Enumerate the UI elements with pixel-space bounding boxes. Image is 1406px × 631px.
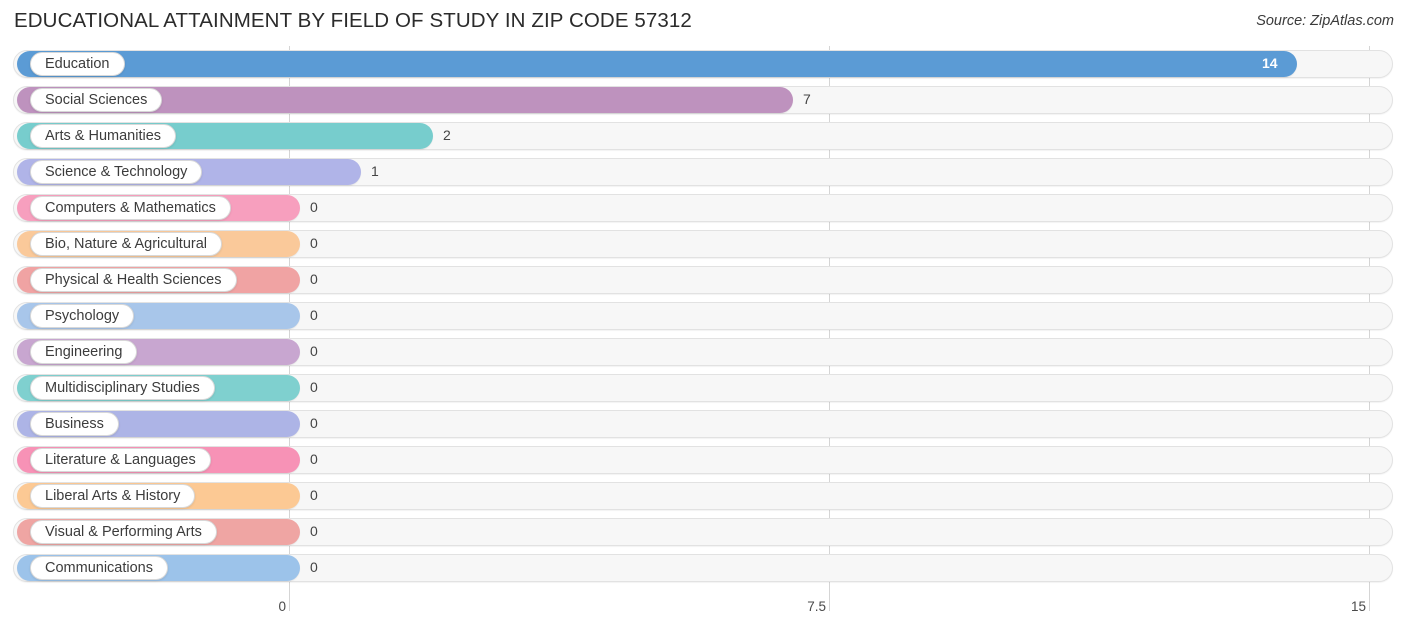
bar-value-label: 7 (803, 91, 811, 107)
axis-tick-label: 7.5 (807, 599, 826, 614)
chart-header: EDUCATIONAL ATTAINMENT BY FIELD OF STUDY… (0, 0, 1406, 44)
bar-row[interactable]: Bio, Nature & Agricultural 0 (0, 226, 1406, 262)
plot-area: Education 14 Social Sciences 7 Arts & Humani… (0, 46, 1406, 595)
category-label-pill: Psychology (30, 304, 135, 328)
category-label-pill: Visual & Performing Arts (30, 520, 217, 544)
category-label: Social Sciences (45, 91, 148, 108)
bar-value-label: 0 (310, 523, 318, 539)
category-label: Visual & Performing Arts (45, 523, 202, 540)
bar-value-label: 1 (371, 163, 379, 179)
x-axis: 0 7.5 15 (0, 595, 1406, 631)
bar-value-label: 14 (1262, 55, 1278, 71)
category-label: Physical & Health Sciences (45, 271, 222, 288)
category-label-pill: Communications (30, 556, 168, 580)
bar-row[interactable]: Education 14 (0, 46, 1406, 82)
bar-row[interactable]: Computers & Mathematics 0 (0, 190, 1406, 226)
axis-tick-label: 15 (1350, 599, 1366, 614)
bar-row[interactable]: Literature & Languages 0 (0, 442, 1406, 478)
category-label: Literature & Languages (45, 451, 196, 468)
page-title: EDUCATIONAL ATTAINMENT BY FIELD OF STUDY… (14, 9, 692, 32)
bar-value-label: 0 (310, 379, 318, 395)
bar-value-label: 0 (310, 559, 318, 575)
bar-value-label: 0 (310, 235, 318, 251)
category-label-pill: Literature & Languages (30, 448, 211, 472)
category-label-pill: Physical & Health Sciences (30, 268, 237, 292)
bar-value-label: 0 (310, 343, 318, 359)
category-label-pill: Engineering (30, 340, 138, 364)
category-label-pill: Education (30, 52, 125, 76)
bar-value-label: 0 (310, 307, 318, 323)
chart-root: EDUCATIONAL ATTAINMENT BY FIELD OF STUDY… (0, 0, 1406, 631)
bar-rows: Education 14 Social Sciences 7 Arts & Humani… (0, 46, 1406, 586)
category-label: Arts & Humanities (45, 127, 162, 144)
bar-row[interactable]: Social Sciences 7 (0, 82, 1406, 118)
bar-value-label: 0 (310, 451, 318, 467)
category-label: Engineering (45, 343, 123, 360)
axis-tick-mark (289, 595, 290, 611)
bar-row[interactable]: Communications 0 (0, 550, 1406, 586)
bar-value-label: 0 (310, 487, 318, 503)
category-label-pill: Computers & Mathematics (30, 196, 231, 220)
bar[interactable] (17, 51, 1297, 77)
category-label: Bio, Nature & Agricultural (45, 235, 207, 252)
bar-row[interactable]: Physical & Health Sciences 0 (0, 262, 1406, 298)
category-label-pill: Bio, Nature & Agricultural (30, 232, 222, 256)
bar-row[interactable]: Business 0 (0, 406, 1406, 442)
bar-row[interactable]: Arts & Humanities 2 (0, 118, 1406, 154)
category-label-pill: Social Sciences (30, 88, 163, 112)
category-label: Education (45, 55, 110, 72)
category-label: Business (45, 415, 104, 432)
bar-row[interactable]: Psychology 0 (0, 298, 1406, 334)
axis-tick-mark (1369, 595, 1370, 611)
source-attribution: Source: ZipAtlas.com (1256, 13, 1394, 29)
category-label-pill: Multidisciplinary Studies (30, 376, 215, 400)
bar-value-label: 0 (310, 199, 318, 215)
bar-row[interactable]: Visual & Performing Arts 0 (0, 514, 1406, 550)
category-label: Multidisciplinary Studies (45, 379, 200, 396)
category-label: Liberal Arts & History (45, 487, 181, 504)
bar-row[interactable]: Engineering 0 (0, 334, 1406, 370)
axis-tick-label: 0 (278, 599, 286, 614)
category-label: Science & Technology (45, 163, 188, 180)
category-label: Computers & Mathematics (45, 199, 216, 216)
bar-value-label: 0 (310, 271, 318, 287)
bar-value-label: 0 (310, 415, 318, 431)
category-label-pill: Science & Technology (30, 160, 203, 184)
bar-value-label: 2 (443, 127, 451, 143)
axis-tick-mark (829, 595, 830, 611)
category-label-pill: Business (30, 412, 119, 436)
bar-row[interactable]: Science & Technology 1 (0, 154, 1406, 190)
category-label-pill: Arts & Humanities (30, 124, 177, 148)
category-label: Communications (45, 559, 153, 576)
category-label: Psychology (45, 307, 120, 324)
bar-row[interactable]: Liberal Arts & History 0 (0, 478, 1406, 514)
category-label-pill: Liberal Arts & History (30, 484, 196, 508)
bar-row[interactable]: Multidisciplinary Studies 0 (0, 370, 1406, 406)
